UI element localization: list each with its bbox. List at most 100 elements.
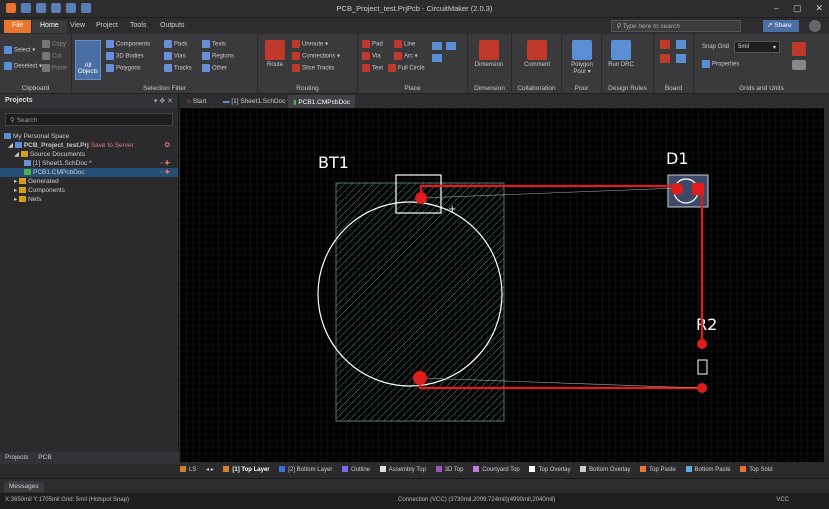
place-region-icon[interactable] (446, 42, 456, 50)
layer-top-overlay[interactable]: Top Overlay (529, 464, 570, 477)
filter-regions[interactable]: Regions (202, 52, 234, 60)
tree-node-sheet1[interactable]: [1] Sheet1.SchDoc * ▫ ✚ (0, 159, 178, 168)
d1-pad-2[interactable] (692, 183, 704, 195)
filter-3d-bodies[interactable]: 3D Bodies (106, 52, 144, 60)
layer-top-paste[interactable]: Top Paste (640, 464, 676, 477)
paste-button[interactable]: Paste (42, 64, 67, 72)
designator-d1[interactable]: D1 (666, 149, 689, 168)
designator-bt1[interactable]: BT1 (318, 153, 349, 172)
grid-settings-icon[interactable] (792, 60, 806, 70)
tab-messages[interactable]: Messages (4, 481, 44, 492)
filter-polygons[interactable]: Polygons (106, 64, 141, 72)
layer-bottom[interactable]: [2] Bottom Layer (279, 464, 332, 477)
place-component-icon[interactable] (432, 42, 442, 50)
tab-file[interactable]: File (4, 20, 32, 33)
route-button[interactable]: Route (260, 40, 290, 68)
minimize-button[interactable]: – (774, 3, 779, 14)
layer-outline[interactable]: Outline (342, 464, 370, 477)
tab-start[interactable]: ⌂ Start (182, 95, 211, 108)
layer-top-solder[interactable]: Top Sold (740, 464, 773, 477)
projects-search-input[interactable]: ⚲ Search (5, 113, 173, 126)
units-toggle-icon[interactable] (792, 42, 806, 56)
components-icon (106, 40, 114, 48)
filter-tracks[interactable]: Tracks (164, 64, 192, 72)
filter-texts[interactable]: Texts (202, 40, 226, 48)
tree-node-generated[interactable]: ▸ Generated (0, 177, 178, 186)
r2-pad-1[interactable] (697, 339, 707, 349)
tree-node-nets[interactable]: ▸ Nets (0, 195, 178, 204)
run-drc-button[interactable]: Run DRC (606, 40, 636, 68)
layer-set-button[interactable]: LS (180, 464, 196, 477)
tree-node-components[interactable]: ▸ Components (0, 186, 178, 195)
layer-assembly-top[interactable]: Assembly Top (379, 464, 426, 477)
save-to-server-link[interactable]: Save to Server (91, 142, 134, 149)
ribbon-group-selection-filter: All Objects Components Pads Texts 3D Bod… (72, 34, 258, 94)
group-title-clipboard: Clipboard (21, 85, 50, 92)
designator-r2[interactable]: R2 (696, 315, 717, 334)
share-button[interactable]: ↗ Share (763, 20, 799, 32)
panel-controls[interactable]: ▾ ✥ ✕ (154, 97, 173, 105)
layer-bottom-paste[interactable]: Bottom Paste (685, 464, 731, 477)
layer-bottom-overlay[interactable]: Bottom Overlay (580, 464, 630, 477)
canvas-scrollbar[interactable] (824, 108, 829, 462)
tab-pcb[interactable]: PCB (38, 454, 51, 461)
copy-button[interactable]: Copy (42, 40, 66, 48)
properties-button[interactable]: Properties (702, 60, 739, 68)
board-layers-icon[interactable] (660, 54, 670, 63)
place-arc-button[interactable]: Arc ▾ (394, 52, 418, 60)
dimension-button[interactable]: Dimension (474, 40, 504, 68)
place-pad-button[interactable]: Pad (362, 40, 383, 48)
filter-pads[interactable]: Pads (164, 40, 188, 48)
board-origin-icon[interactable] (676, 54, 686, 63)
panel-footer-tabs: Projects PCB (0, 452, 179, 464)
board-shape-icon[interactable] (660, 40, 670, 49)
layer-3d-top[interactable]: 3D Top (435, 464, 464, 477)
maximize-button[interactable]: ▢ (793, 3, 802, 14)
close-button[interactable]: ✕ (815, 3, 823, 14)
bt1-pad-1[interactable] (415, 192, 427, 204)
r2-pad-2[interactable] (697, 383, 707, 393)
place-line-button[interactable]: Line (394, 40, 415, 48)
comment-button[interactable]: Comment (522, 40, 552, 68)
unroute-button[interactable]: Unroute ▾ (292, 40, 328, 48)
pcb-canvas[interactable]: + BT1 D1 R2 (180, 108, 824, 462)
place-fill-icon[interactable] (432, 54, 442, 62)
layer-courtyard-top[interactable]: Courtyard Top (473, 464, 520, 477)
tab-project[interactable]: Project (88, 20, 126, 33)
global-search-input[interactable]: ⚲ Type here to search (611, 20, 741, 32)
filter-other[interactable]: Other (202, 64, 227, 72)
cut-button[interactable]: Cut (42, 52, 61, 60)
d1-pad-1[interactable] (671, 183, 683, 195)
layer-nav-arrows[interactable]: ◂ ▸ (206, 464, 214, 477)
tab-sheet1-schdoc[interactable]: ▬ [1] Sheet1.SchDoc * (218, 95, 295, 108)
place-text-button[interactable]: Text (362, 64, 383, 72)
place-via-button[interactable]: Via (362, 52, 381, 60)
tree-node-source-documents[interactable]: ◢ Source Documents (0, 150, 178, 159)
tab-projects[interactable]: Projects (5, 454, 28, 461)
tree-node-project[interactable]: ◢ PCB_Project_test.Prj Save to Server ✪ (0, 141, 178, 150)
board-grid-icon[interactable] (676, 40, 686, 49)
tree-node-personal-space[interactable]: My Personal Space (0, 132, 178, 141)
title-bar: PCB_Project_test.PrjPcb - CircuitMaker (… (0, 0, 829, 18)
bt1-pad-2[interactable] (413, 371, 427, 385)
group-title-board: Board (664, 85, 683, 92)
all-objects-button[interactable]: All Objects (75, 40, 101, 80)
layer-top[interactable]: [1] Top Layer (223, 464, 270, 477)
tab-pcb1-cmpcbdoc[interactable]: ▮ PCB1.CMPcbDoc (288, 95, 356, 108)
group-title-place: Place (404, 85, 421, 92)
slice-tracks-button[interactable]: Slice Tracks (292, 64, 334, 72)
polygon-pour-button[interactable]: Polygon Pour ▾ (567, 40, 597, 75)
filter-vias[interactable]: Vias (164, 52, 186, 60)
folder-icon (19, 187, 27, 194)
filter-components[interactable]: Components (106, 40, 150, 48)
tab-tools[interactable]: Tools (122, 20, 154, 33)
select-button[interactable]: Select ▾ (4, 46, 35, 54)
snap-grid-select[interactable]: 5mil ▾ (734, 41, 780, 53)
user-avatar[interactable] (809, 20, 821, 32)
place-full-circle-button[interactable]: Full Circle (388, 64, 425, 72)
tab-outputs[interactable]: Outputs (152, 20, 193, 33)
tree-node-pcb1[interactable]: PCB1.CMPcbDoc ▫ ✚ (0, 168, 178, 177)
connections-button[interactable]: Connections ▾ (292, 52, 340, 60)
pcb-drawing[interactable]: + BT1 D1 R2 (180, 108, 824, 462)
deselect-button[interactable]: Deselect ▾ (4, 62, 42, 70)
